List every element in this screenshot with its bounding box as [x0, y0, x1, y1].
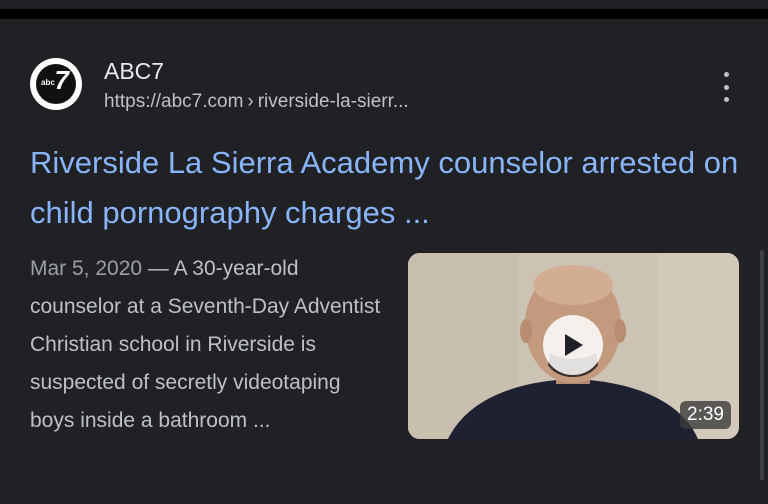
logo-abc: abc [41, 78, 55, 87]
logo-circle: 7 abc [36, 64, 76, 104]
url-path: riverside-la-sierr... [257, 91, 409, 112]
video-duration: 2:39 [680, 401, 731, 429]
scrollbar[interactable] [760, 250, 764, 480]
date-separator: — [147, 257, 169, 280]
result-date: Mar 5, 2020 [30, 257, 143, 280]
abc7-logo-icon[interactable]: 7 abc [30, 58, 82, 110]
previous-result-card-edge [0, 0, 768, 9]
logo-seven: 7 [54, 65, 69, 95]
site-name[interactable]: ABC7 [104, 57, 164, 85]
url-domain: https://abc7.com [104, 91, 244, 112]
play-icon [565, 334, 583, 356]
snippet-text: A 30-year-old counselor at a Seventh-Day… [30, 257, 381, 432]
more-dot [723, 97, 729, 102]
more-dot [723, 84, 729, 90]
play-button[interactable] [543, 315, 603, 375]
more-vert-icon[interactable] [716, 72, 736, 102]
result-snippet: Mar 5, 2020 — A 30-year-old counselor at… [30, 250, 390, 440]
site-url[interactable]: https://abc7.com › riverside-la-sierr... [104, 90, 409, 114]
more-dot [723, 72, 729, 77]
result-title-link[interactable]: Riverside La Sierra Academy counselor ar… [30, 138, 740, 238]
video-thumbnail[interactable]: 2:39 [408, 253, 739, 439]
url-separator: › [247, 91, 254, 112]
